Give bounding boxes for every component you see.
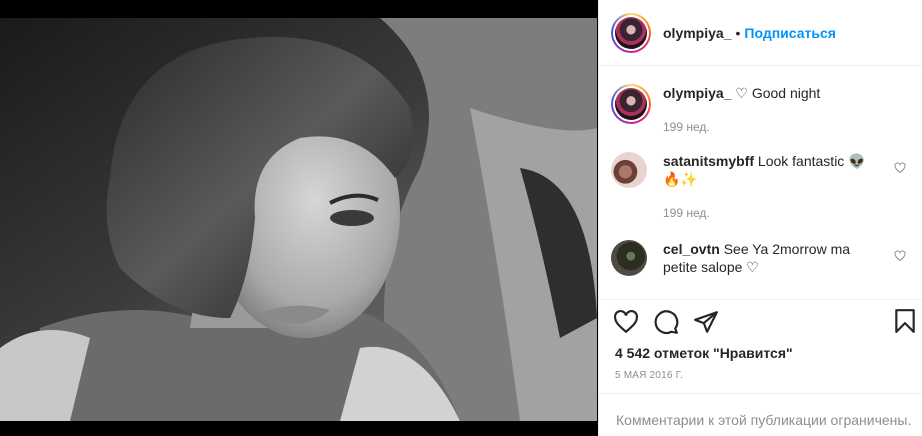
- post-photo-image: [0, 18, 597, 421]
- comment-text: ♡ Good night: [735, 85, 821, 101]
- caption-comment: olympiya_ ♡ Good night 199 нед.: [611, 84, 906, 152]
- heart-icon[interactable]: [613, 309, 639, 335]
- comment-username[interactable]: olympiya_: [663, 85, 731, 101]
- comment-time[interactable]: 199 нед.: [663, 204, 873, 222]
- likes-count[interactable]: 4 542 отметок "Нравится": [599, 344, 922, 362]
- comment-like-heart-icon[interactable]: [894, 162, 906, 174]
- commenter-avatar[interactable]: [611, 152, 647, 188]
- action-bar: [599, 300, 922, 344]
- follow-button[interactable]: Подписаться: [744, 25, 836, 41]
- author-username[interactable]: olympiya_: [663, 25, 731, 41]
- comments-list: olympiya_ ♡ Good night 199 нед. satanits…: [599, 66, 922, 300]
- post-header: olympiya_ • Подписаться: [599, 0, 922, 66]
- header-separator: •: [735, 24, 741, 41]
- author-avatar[interactable]: [611, 12, 651, 53]
- comment-like-heart-icon[interactable]: [894, 250, 906, 262]
- comment-username[interactable]: satanitsmybff: [663, 153, 754, 169]
- bottom-black-strip: [0, 421, 597, 436]
- commenter-avatar[interactable]: [611, 240, 647, 276]
- post-date[interactable]: 5 мая 2016 г.: [599, 370, 922, 394]
- comment-item: cel_ovtn See Ya 2morrow ma petite salope…: [611, 240, 906, 290]
- post-side-panel: olympiya_ • Подписаться olympiya_ ♡ Good…: [598, 0, 922, 436]
- post-photo[interactable]: [0, 18, 597, 421]
- comment-item: satanitsmybff Look fantastic 👽 🔥✨ 199 не…: [611, 152, 906, 240]
- comment-time[interactable]: 199 нед.: [663, 118, 873, 136]
- comments-limited-notice: Комментарии к этой публикации ограничены…: [616, 412, 912, 428]
- caption-avatar[interactable]: [611, 84, 651, 124]
- comment-username[interactable]: cel_ovtn: [663, 241, 720, 257]
- paper-plane-icon[interactable]: [693, 309, 719, 335]
- comment-bubble-icon[interactable]: [653, 309, 679, 335]
- bookmark-icon[interactable]: [892, 308, 918, 334]
